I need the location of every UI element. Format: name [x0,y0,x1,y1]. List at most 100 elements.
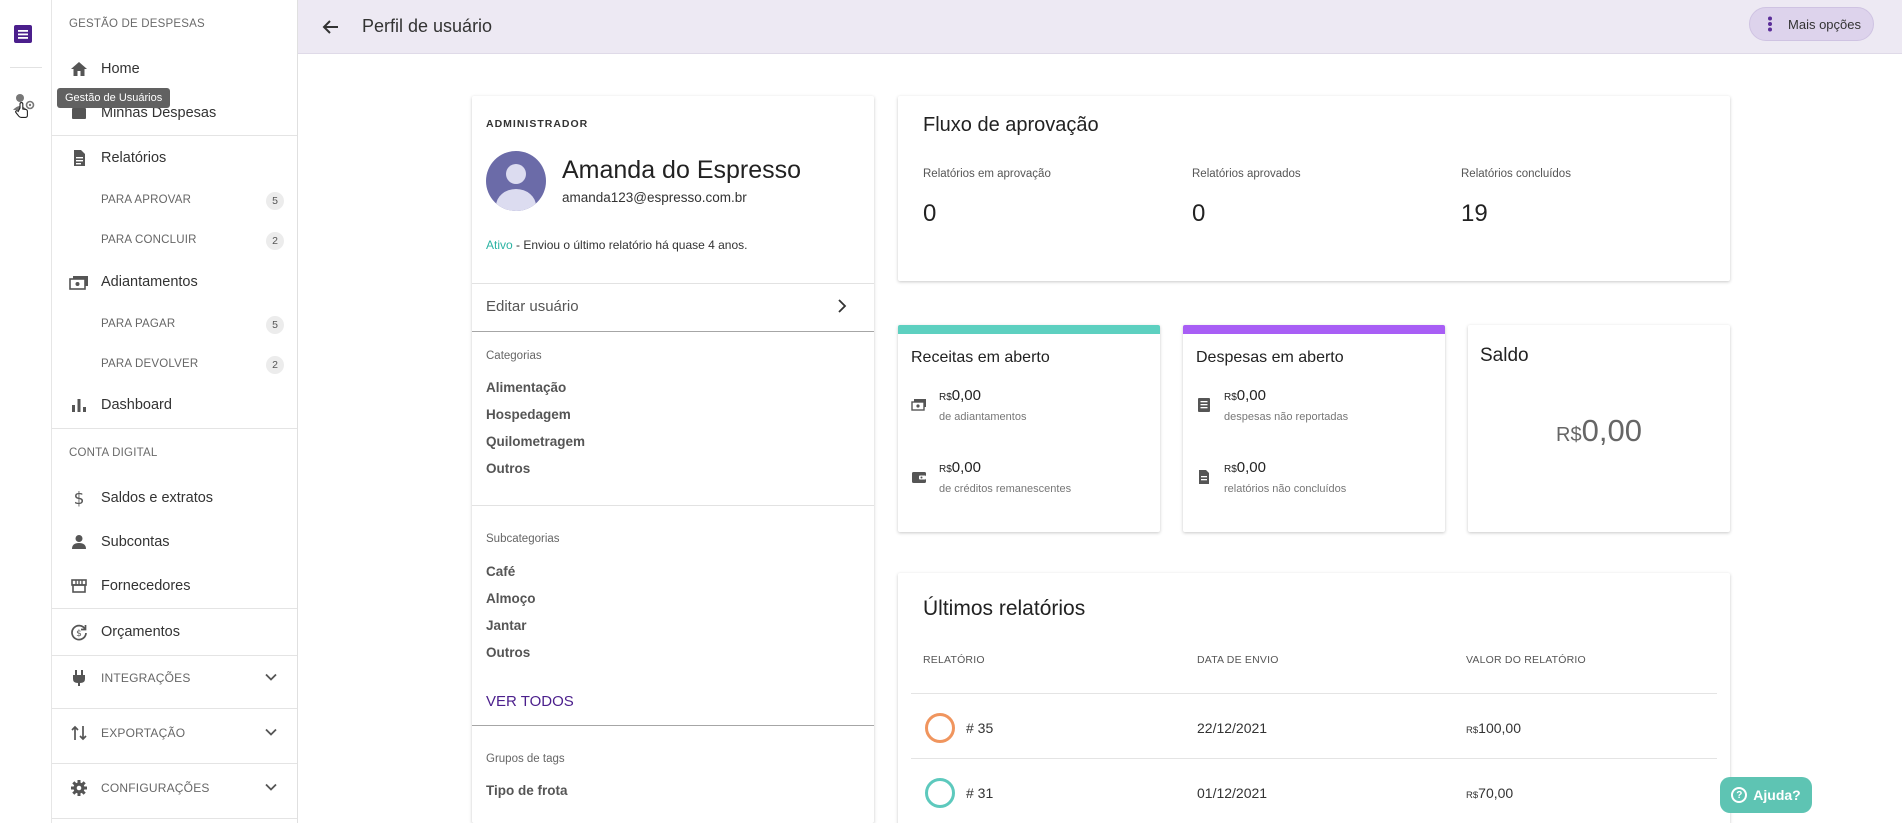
income-advances-row: R$0,00 de adiantamentos [911,387,1151,427]
arrow-back-icon[interactable] [320,16,342,38]
status-circle-icon [925,713,955,743]
nav-reports-to-approve[interactable]: PARA APROVAR 5 [52,184,297,218]
person-icon [69,532,89,552]
column-header-value: VALOR DO RELATÓRIO [1466,654,1586,666]
edit-user-label: Editar usuário [486,298,579,315]
subcategories-title: Subcategorias [486,533,560,545]
dollar-icon: $ [69,488,89,508]
document-icon [1199,470,1209,484]
nav-subaccounts[interactable]: Subcontas [52,522,297,562]
amount: R$0,00 [939,387,981,404]
home-icon [69,59,89,79]
nav-reports[interactable]: Relatórios [52,138,297,178]
nav-reports-to-conclude[interactable]: PARA CONCLUIR 2 [52,224,297,258]
svg-text:$: $ [76,629,82,639]
nav-home[interactable]: Home [52,49,297,89]
divider [52,818,297,819]
amount: R$0,00 [939,459,981,476]
stat-value: 19 [1461,200,1488,227]
stat-label: Relatórios aprovados [1192,168,1301,180]
count-badge: 5 [266,192,284,210]
status-text: - Enviou o último relatório há quase 4 a… [512,238,748,252]
divider [52,428,297,429]
user-management-icon[interactable] [11,92,37,120]
import-export-icon [69,723,89,743]
page-title: Perfil de usuário [362,16,493,36]
svg-text:$: $ [74,489,85,507]
stat-value: 0 [923,200,937,227]
rail-divider [10,67,42,68]
plug-icon [69,668,89,688]
more-options-label: Mais opções [1788,16,1861,32]
amount: R$0,00 [1224,387,1266,404]
open-income-card: Receitas em aberto R$0,00 de adiantament… [898,325,1160,532]
status-active: Ativo [486,238,513,252]
column-header-report: RELATÓRIO [923,654,985,666]
profile-card: ADMINISTRADOR Amanda do Espresso amanda1… [472,96,874,823]
report-value: R$70,00 [1466,785,1514,801]
subcategory-item: Outros [486,645,531,660]
report-number: # 31 [966,785,994,801]
category-item: Hospedagem [486,407,571,422]
flow-stat-in-approval: Relatórios em aprovação 0 [923,168,1051,228]
flow-stat-concluded: Relatórios concluídos 19 [1461,168,1571,228]
open-income-title: Receitas em aberto [911,349,1050,366]
user-email: amanda123@espresso.com.br [562,190,747,205]
section-expense-management: GESTÃO DE DESPESAS [69,18,205,30]
nav-budgets[interactable]: $ Orçamentos [52,612,297,652]
budget-cycle-icon: $ [69,622,89,642]
nav-label: Subcontas [101,534,170,550]
latest-reports-title: Últimos relatórios [923,597,1086,620]
subnav-label: PARA CONCLUIR [101,234,197,246]
subnav-label: PARA DEVOLVER [101,358,199,370]
receipt-list-icon [1198,398,1210,412]
balance-amount: R$0,00 [1556,413,1642,448]
balance-title: Saldo [1480,345,1529,366]
nav-suppliers[interactable]: Fornecedores [52,566,297,606]
divider [52,655,297,656]
bar-chart-icon [69,395,89,415]
nav-export[interactable]: EXPORTAÇÃO [52,713,297,753]
category-item: Outros [486,461,531,476]
nav-integrations[interactable]: INTEGRAÇÕES [52,658,297,698]
table-row[interactable]: # 35 22/12/2021 R$100,00 [911,694,1717,758]
nav-advances-to-pay[interactable]: PARA PAGAR 5 [52,308,297,342]
nav-advances-to-return[interactable]: PARA DEVOLVER 2 [52,348,297,382]
app-rail [0,0,52,823]
tooltip-user-management: Gestão de Usuários [57,88,171,108]
nav-advances[interactable]: Adiantamentos [52,262,297,302]
count-badge: 5 [266,316,284,334]
table-row[interactable]: # 31 01/12/2021 R$70,00 [911,759,1717,823]
approval-flow-card: Fluxo de aprovação Relatórios em aprovaç… [898,96,1730,281]
chevron-down-icon [265,728,277,736]
status-circle-icon [925,778,955,808]
expenses-logo-icon[interactable] [12,23,34,45]
divider [52,708,297,709]
see-all-link[interactable]: VER TODOS [486,693,574,710]
avatar [486,151,546,211]
amount-description: despesas não reportadas [1224,411,1349,423]
cash-icon [911,399,926,411]
edit-user-button[interactable]: Editar usuário [472,283,874,331]
amount: R$0,00 [1224,459,1266,476]
stat-value: 0 [1192,200,1206,227]
divider [52,135,297,136]
report-number: # 35 [966,720,994,736]
help-label: Ajuda? [1753,787,1801,803]
help-button[interactable]: ? Ajuda? [1720,777,1812,813]
nav-label: Orçamentos [101,624,180,640]
nav-dashboard[interactable]: Dashboard [52,385,297,425]
categories-title: Categorias [486,350,542,362]
column-header-date: DATA DE ENVIO [1197,654,1279,666]
category-item: Alimentação [486,380,567,395]
income-credits-row: R$0,00 de créditos remanescentes [911,459,1151,499]
nav-settings[interactable]: CONFIGURAÇÕES [52,768,297,808]
more-options-button[interactable]: Mais opções [1749,7,1874,41]
user-name: Amanda do Espresso [562,156,802,184]
nav-balances[interactable]: $ Saldos e extratos [52,478,297,518]
expenses-unfinished-reports-row: R$0,00 relatórios não concluídos [1196,459,1436,499]
subnav-label: PARA APROVAR [101,194,192,206]
store-icon [69,576,89,596]
nav-label: Fornecedores [101,578,191,594]
stat-label: Relatórios concluídos [1461,168,1571,180]
